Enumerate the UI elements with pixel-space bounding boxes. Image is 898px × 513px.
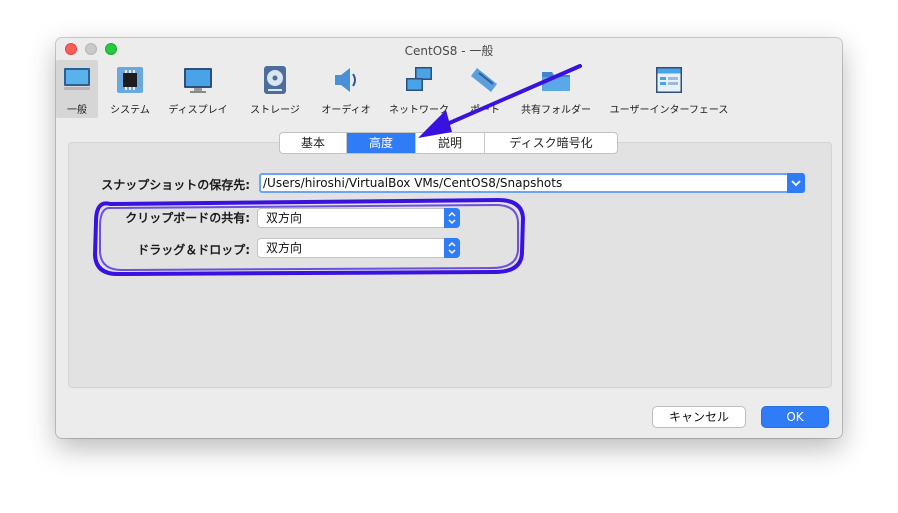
tab-description[interactable]: 説明 [416, 133, 485, 153]
toolbar-user-interface[interactable]: ユーザーインターフェース [606, 60, 732, 118]
snapshot-folder-dropdown[interactable] [787, 173, 805, 193]
toolbar-display[interactable]: ディスプレイ [164, 60, 232, 118]
snapshot-folder-label: スナップショットの保存先: [101, 178, 250, 192]
snapshot-folder-value: /Users/hiroshi/VirtualBox VMs/CentOS8/Sn… [263, 176, 563, 190]
toolbar-audio[interactable]: オーディオ [314, 60, 378, 118]
folder-icon [542, 72, 570, 91]
disk-icon [264, 66, 286, 94]
updown-icon [448, 211, 456, 225]
toolbar-label: 一般 [67, 105, 87, 116]
tab-bar: 基本 高度 説明 ディスク暗号化 [279, 132, 618, 154]
cancel-button[interactable]: キャンセル [652, 406, 746, 428]
ok-button[interactable]: OK [761, 406, 829, 428]
display-icon [184, 68, 212, 93]
toolbar-label: ネットワーク [389, 105, 449, 116]
clipboard-value: 双方向 [266, 211, 303, 225]
clipboard-select[interactable]: 双方向 [257, 208, 460, 228]
speaker-icon [335, 68, 356, 92]
settings-window: CentOS8 - 一般 一般 システム ディスプレイ ストレージ オーディオ … [56, 38, 842, 438]
toolbar-shared-folders[interactable]: 共有フォルダー [514, 60, 598, 118]
toolbar-ports[interactable]: ポート [460, 60, 510, 118]
toolbar-label: ユーザーインターフェース [609, 105, 729, 116]
clipboard-label: クリップボードの共有: [125, 211, 250, 225]
toolbar-label: ポート [470, 105, 500, 116]
chip-icon [117, 67, 143, 93]
toolbar-system[interactable]: システム [104, 60, 156, 118]
window-title: CentOS8 - 一般 [404, 44, 494, 58]
drag-drop-stepper[interactable] [444, 238, 460, 258]
drag-drop-value: 双方向 [266, 241, 303, 255]
toolbar-storage[interactable]: ストレージ [244, 60, 306, 118]
tab-advanced[interactable]: 高度 [347, 133, 416, 153]
clipboard-stepper[interactable] [444, 208, 460, 228]
toolbar-label: ディスプレイ [168, 105, 228, 116]
toolbar-general[interactable]: 一般 [56, 60, 98, 118]
toolbar-label: 共有フォルダー [521, 105, 591, 116]
updown-icon [448, 241, 456, 255]
chevron-down-icon [791, 180, 801, 187]
network-icon [406, 67, 432, 91]
snapshot-folder-field[interactable]: /Users/hiroshi/VirtualBox VMs/CentOS8/Sn… [259, 173, 805, 193]
ui-icon [656, 67, 682, 93]
tab-disk-encryption[interactable]: ディスク暗号化 [485, 133, 617, 153]
drag-drop-label: ドラッグ＆ドロップ: [137, 243, 250, 257]
drag-drop-select[interactable]: 双方向 [257, 238, 460, 258]
monitor-icon [64, 68, 90, 90]
tab-basic[interactable]: 基本 [280, 133, 347, 153]
toolbar-label: ストレージ [250, 105, 300, 116]
title-bar: CentOS8 - 一般 [56, 38, 842, 60]
toolbar-network[interactable]: ネットワーク [384, 60, 454, 118]
toolbar-label: オーディオ [321, 105, 371, 116]
toolbar-label: システム [110, 105, 150, 116]
port-icon [471, 68, 497, 92]
settings-toolbar: 一般 システム ディスプレイ ストレージ オーディオ ネットワーク ポート 共有… [56, 60, 842, 120]
